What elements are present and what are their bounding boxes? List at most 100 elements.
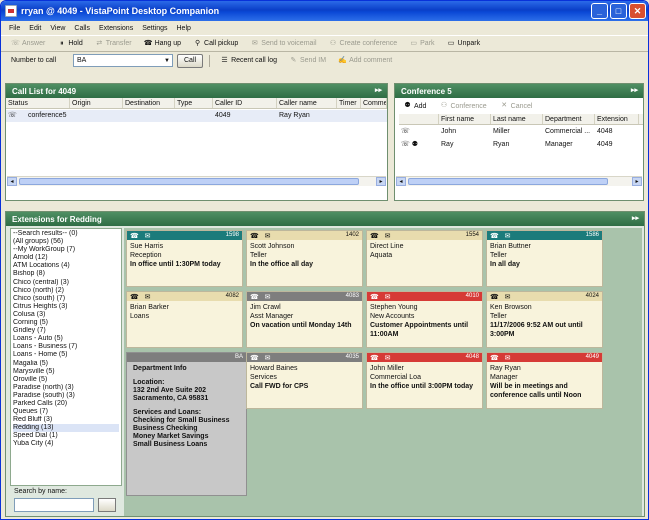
recent-call-log-button[interactable]: ☰ Recent call log	[216, 54, 281, 68]
tree-item[interactable]: Loans - Home (5)	[13, 351, 119, 359]
group-tree[interactable]: --Search results-- (0) (All groups) (56) -…	[10, 228, 122, 486]
menu-settings[interactable]: Settings	[142, 25, 167, 32]
tree-item[interactable]: --Search results-- (0)	[13, 230, 119, 238]
extension-card[interactable]: ☎ ✉ 4024 Ken Browson Teller 11/17/2006 9:52 …	[486, 291, 603, 348]
collapse-icon[interactable]: ▸▸	[632, 214, 639, 222]
tree-item[interactable]: Paradise (south) (3)	[13, 392, 119, 400]
table-row[interactable]: ☏ John Miller Commercial ... 4048	[399, 126, 643, 138]
send-im-button[interactable]: ✎ Send IM	[285, 54, 330, 68]
call-button[interactable]: Call	[177, 53, 204, 68]
menu-view[interactable]: View	[50, 25, 65, 32]
park-button[interactable]: ▭ Park	[405, 37, 438, 51]
scroll-right-icon[interactable]: ▸	[632, 177, 642, 186]
column-type[interactable]: Type	[175, 98, 213, 108]
tree-item[interactable]: Magalia (5)	[13, 360, 119, 368]
tree-item[interactable]: Bishop (8)	[13, 270, 119, 278]
tree-item[interactable]: Redding (13)	[13, 424, 119, 433]
close-button[interactable]: ✕	[629, 3, 646, 19]
tree-item[interactable]: Red Bluff (3)	[13, 416, 119, 424]
transfer-button[interactable]: ⇄ Transfer	[91, 37, 136, 51]
presence-bar: ☎ ✉ 1402	[247, 231, 362, 240]
tree-item[interactable]: Colusa (3)	[13, 311, 119, 319]
column-caller-id[interactable]: Caller ID	[213, 98, 277, 108]
scroll-right-icon[interactable]: ▸	[376, 177, 386, 186]
horizontal-scrollbar[interactable]: ◂ ▸	[7, 176, 386, 186]
send-to-voicemail-button[interactable]: ✉ Send to voicemail	[246, 37, 320, 51]
add-participant-button[interactable]: ⚉ Add	[399, 99, 430, 113]
tree-item[interactable]: Parked Calls (20)	[13, 400, 119, 408]
scroll-thumb[interactable]	[408, 178, 608, 185]
menu-file[interactable]: File	[9, 25, 20, 32]
column-status[interactable]: Status	[6, 98, 70, 108]
horizontal-scrollbar[interactable]: ◂ ▸	[396, 176, 642, 186]
unpark-label: Unpark	[457, 40, 481, 47]
menu-calls[interactable]: Calls	[74, 25, 90, 32]
extension-card[interactable]: ☎ ✉ 4048 John Miller Commercial Loa In the o…	[366, 352, 483, 409]
tree-item[interactable]: Chico (north) (2)	[13, 287, 119, 295]
scroll-left-icon[interactable]: ◂	[396, 177, 406, 186]
tree-item[interactable]: Chico (central) (3)	[13, 279, 119, 287]
unpark-button[interactable]: ▭ Unpark	[443, 37, 485, 51]
extension-card[interactable]: ☎ ✉ 4049 Ray Ryan Manager Will be in meeting…	[486, 352, 603, 409]
tree-item[interactable]: ATM Locations (4)	[13, 262, 119, 270]
card-body: Direct Line Aquata	[367, 240, 482, 262]
menu-extensions[interactable]: Extensions	[99, 25, 133, 32]
call-pickup-button[interactable]: ⚲ Call pickup	[189, 37, 242, 51]
maximize-button[interactable]: □	[610, 3, 627, 19]
column-last-name[interactable]: Last name	[491, 114, 543, 124]
tree-item[interactable]: Loans - Auto (5)	[13, 335, 119, 343]
tree-item[interactable]: Chico (south) (7)	[13, 295, 119, 303]
answer-button[interactable]: ☏ Answer	[7, 37, 49, 51]
number-to-call-input[interactable]: BA ▼	[73, 54, 173, 67]
create-conference-button[interactable]: ⚇ Create conference	[325, 37, 402, 51]
add-comment-button[interactable]: ✍ Add comment	[334, 54, 396, 68]
extension-card[interactable]: ☎ ✉ 4035 Howard Baines Services Call FWD for…	[246, 352, 363, 409]
tree-item[interactable]: Queues (7)	[13, 408, 119, 416]
tree-item[interactable]: Marysville (5)	[13, 368, 119, 376]
column-caller-name[interactable]: Caller name	[277, 98, 337, 108]
column-comment[interactable]: Comme	[361, 98, 387, 108]
menu-help[interactable]: Help	[177, 25, 191, 32]
tree-item[interactable]: Arnold (12)	[13, 254, 119, 262]
collapse-icon[interactable]: ▸▸	[375, 86, 382, 94]
table-row[interactable]: ☏ ⚉ Ray Ryan Manager 4049	[399, 139, 643, 151]
collapse-icon[interactable]: ▸▸	[631, 86, 638, 94]
chevron-down-icon[interactable]: ▼	[162, 58, 172, 64]
title-bar[interactable]: rryan @ 4049 - VistaPoint Desktop Compan…	[1, 1, 648, 21]
column-first-name[interactable]: First name	[439, 114, 491, 124]
hangup-button[interactable]: ☎ Hang up	[140, 37, 185, 51]
column-department[interactable]: Department	[543, 114, 595, 124]
column-timer[interactable]: Timer	[337, 98, 361, 108]
table-row[interactable]: ☏ conference5 4049 Ray Ryan	[6, 110, 387, 122]
extension-card[interactable]: ☎ ✉ 1598 Sue Harris Reception In office unti…	[126, 230, 243, 287]
column-icon[interactable]	[399, 114, 439, 124]
column-extension[interactable]: Extension	[595, 114, 639, 124]
minimize-button[interactable]: _	[591, 3, 608, 19]
tree-item[interactable]: Speed Dial (1)	[13, 432, 119, 440]
menu-edit[interactable]: Edit	[29, 25, 41, 32]
extension-card[interactable]: ☎ ✉ 4082 Brian Barker Loans	[126, 291, 243, 348]
conference-button[interactable]: ⚇ Conference	[435, 99, 490, 113]
tree-item[interactable]: Yuba City (4)	[13, 440, 119, 448]
extension-card[interactable]: ☎ ✉ 1586 Brian Buttner Teller In all day	[486, 230, 603, 287]
hold-button[interactable]: ⏸ Hold	[53, 37, 86, 51]
tree-item[interactable]: Paradise (north) (3)	[13, 384, 119, 392]
scroll-left-icon[interactable]: ◂	[7, 177, 17, 186]
cancel-button[interactable]: ✕ Cancel	[496, 99, 537, 113]
search-input[interactable]	[14, 498, 94, 512]
column-origin[interactable]: Origin	[70, 98, 123, 108]
scroll-thumb[interactable]	[19, 178, 359, 185]
tree-item[interactable]: Citrus Heights (3)	[13, 303, 119, 311]
tree-item[interactable]: --My WorkGroup (7)	[13, 246, 119, 254]
tree-item[interactable]: (All groups) (56)	[13, 238, 119, 246]
extension-card[interactable]: ☎ ✉ 4010 Stephen Young New Accounts Customer…	[366, 291, 483, 348]
extension-card[interactable]: ☎ ✉ 1554 Direct Line Aquata	[366, 230, 483, 287]
tree-item[interactable]: Loans - Business (7)	[13, 343, 119, 351]
tree-item[interactable]: Oroville (5)	[13, 376, 119, 384]
search-button[interactable]	[98, 498, 116, 512]
extension-card[interactable]: ☎ ✉ 4083 Jim Crawl Asst Manager On vacation …	[246, 291, 363, 348]
tree-item[interactable]: Corning (5)	[13, 319, 119, 327]
extension-card[interactable]: ☎ ✉ 1402 Scott Johnson Teller In the office …	[246, 230, 363, 287]
tree-item[interactable]: Gridley (7)	[13, 327, 119, 335]
column-destination[interactable]: Destination	[123, 98, 175, 108]
